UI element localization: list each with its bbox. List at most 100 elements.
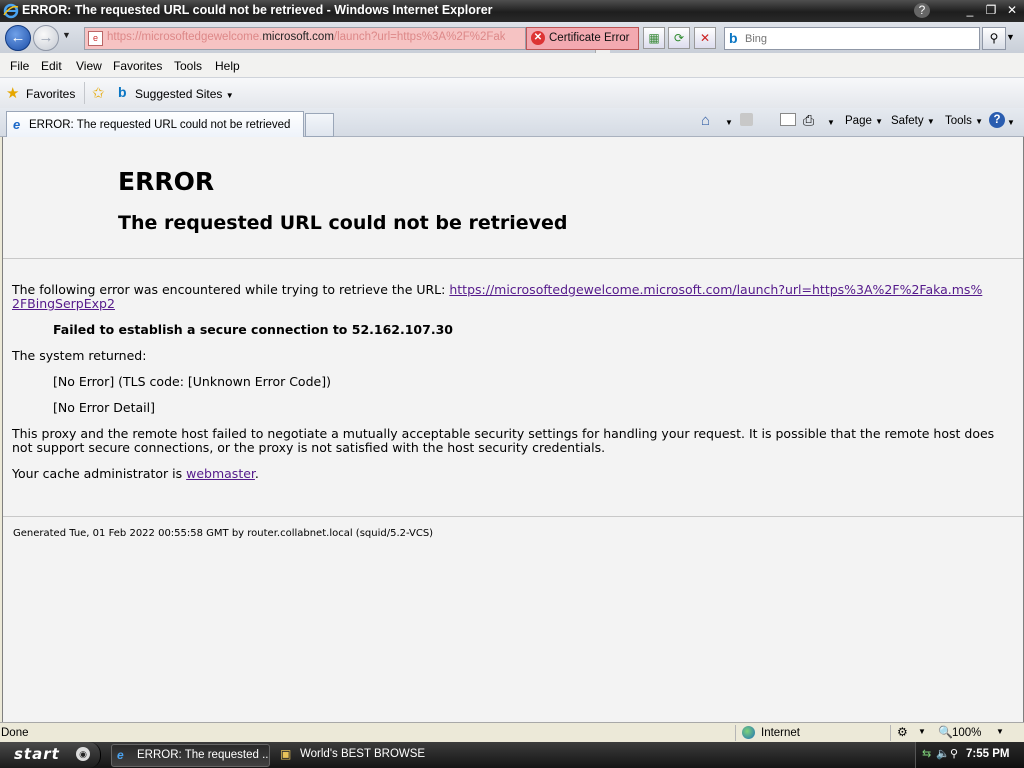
error-code: [No Error] (TLS code: [Unknown Error Cod… [53,374,331,389]
zoom-icon[interactable]: 🔍 [938,725,953,739]
shield-error-icon: ✕ [531,31,545,45]
cache-admin-text: Your cache administrator is [12,466,187,481]
url-domain: microsoft.com [262,31,334,43]
back-button[interactable]: ← [5,25,31,51]
divider [84,82,85,104]
start-orb-icon: ◉ [76,747,90,761]
tools-menu-label: Tools [945,115,972,127]
ie-logo-icon [3,3,19,19]
address-toolbar: ← → ▼ e https://microsoftedgewelcome.mic… [0,22,1024,54]
chevron-down-icon: ▼ [225,91,234,100]
failed-connection-message: Failed to establish a secure connection … [53,322,453,337]
page-menu-label: Page [845,115,872,127]
search-options-dropdown-icon[interactable]: ▼ [1006,32,1015,42]
home-icon[interactable]: ⌂ [701,112,710,129]
search-icon[interactable]: ⚲ [982,27,1006,50]
tab-active[interactable]: e ERROR: The requested URL could not be … [6,111,304,137]
taskbar-item-ie-error[interactable]: e ERROR: The requested ... [111,744,270,767]
webmaster-link[interactable]: webmaster [186,466,255,481]
tab-row: e ERROR: The requested URL could not be … [0,108,1024,137]
system-returned-label: The system returned: [12,348,147,363]
forward-arrow-icon: → [38,29,54,46]
home-dropdown-icon[interactable]: ▼ [725,118,733,127]
status-bar: Done Internet ⚙ ▼ 🔍 100% ▼ [0,722,1024,743]
help-icon[interactable]: ? [989,112,1005,128]
tray-search-icon[interactable]: ⚲ [950,747,958,760]
bing-icon: b [729,30,738,46]
explanation-paragraph: This proxy and the remote host failed to… [12,427,994,455]
favorites-star-icon[interactable]: ★ [6,84,19,102]
divider [735,725,736,741]
print-icon[interactable]: ⎙ [803,112,814,129]
stop-icon[interactable]: ✕ [694,27,716,49]
cache-admin-paragraph: Your cache administrator is webmaster. [12,467,259,481]
read-mail-icon[interactable] [780,113,796,126]
minimize-button[interactable]: _ [962,3,978,18]
search-input[interactable] [743,30,977,47]
window-icon: ▣ [280,747,292,761]
taskbar: start ◉ e ERROR: The requested ... ▣ Wor… [0,742,1024,768]
recent-pages-dropdown-icon[interactable]: ▼ [62,30,71,40]
safety-menu[interactable]: Safety ▼ [891,115,935,127]
favorites-button[interactable]: Favorites [26,87,75,101]
menu-help[interactable]: Help [215,59,240,73]
back-arrow-icon: ← [10,29,26,46]
tools-menu[interactable]: Tools ▼ [945,115,983,127]
print-dropdown-icon[interactable]: ▼ [827,118,835,127]
certificate-error-label: Certificate Error [549,32,630,44]
menu-tools[interactable]: Tools [174,59,202,73]
menu-edit[interactable]: Edit [41,59,62,73]
refresh-icon[interactable]: ⟳ [668,27,690,49]
start-label: start [14,745,60,763]
menu-view[interactable]: View [76,59,102,73]
url-text[interactable]: https://microsoftedgewelcome.microsoft.c… [107,31,505,43]
period: . [254,466,259,481]
tab-title: ERROR: The requested URL could not be re… [29,119,291,131]
volume-icon[interactable]: 🔈 [936,747,950,760]
compatibility-view-icon[interactable]: ▦ [643,27,665,49]
add-to-favorites-icon[interactable]: ✩ [92,84,105,102]
start-button[interactable]: start ◉ [0,742,101,768]
intro-text: The following error was encountered whil… [12,282,450,297]
intro-paragraph: The following error was encountered whil… [12,283,982,311]
page-menu[interactable]: Page ▼ [845,115,883,127]
address-bar[interactable]: e https://microsoftedgewelcome.microsoft… [84,27,610,54]
zoom-level[interactable]: 100% [952,727,981,739]
protected-mode-icon[interactable]: ⚙ [897,725,908,739]
system-tray: ⇆ 🔈 ⚲ 7:55 PM [915,742,1024,768]
window-title: ERROR: The requested URL could not be re… [22,3,493,17]
help-icon[interactable]: ? [914,3,930,18]
divider [3,258,1023,259]
zoom-dropdown-icon[interactable]: ▼ [996,727,1004,736]
network-icon[interactable]: ⇆ [922,747,931,760]
requested-url-link[interactable]: https://microsoftedgewelcome.microsoft.c… [449,282,982,297]
help-dropdown-icon[interactable]: ▼ [1007,118,1015,127]
new-tab-button[interactable] [305,113,334,137]
certificate-error-button[interactable]: ✕ Certificate Error [526,27,639,50]
security-zone[interactable]: Internet [761,727,800,739]
forward-button[interactable]: → [33,25,59,51]
protected-mode-dropdown-icon[interactable]: ▼ [918,727,926,736]
chevron-down-icon: ▼ [975,117,983,126]
requested-url-link-continued[interactable]: 2FBingSerpExp2 [12,296,115,311]
menu-file[interactable]: File [10,59,29,73]
search-box[interactable]: b [724,27,980,50]
close-button[interactable]: ✕ [1004,3,1020,18]
feeds-icon[interactable] [740,113,753,126]
title-bar: ERROR: The requested URL could not be re… [0,0,1024,22]
clock[interactable]: 7:55 PM [966,748,1009,760]
ie-icon: e [117,748,124,762]
taskbar-item-world-best-browser[interactable]: ▣ World's BEST BROWSER [275,744,425,765]
suggested-sites-button[interactable]: Suggested Sites ▼ [135,87,234,101]
status-text: Done [1,727,29,739]
url-suffix: /launch?url=https%3A%2F%2Faka.n [333,31,505,43]
page-icon: e [88,31,103,46]
menu-favorites[interactable]: Favorites [113,59,162,73]
explanation-line-1: This proxy and the remote host failed to… [12,426,995,441]
taskbar-item-label: World's BEST BROWSER [300,748,425,760]
explanation-line-2: not support secure connections, or the p… [12,440,606,455]
bing-icon: b [118,84,127,100]
chevron-down-icon: ▼ [875,117,883,126]
restore-button[interactable]: ❐ [983,3,999,18]
menu-bar: File Edit View Favorites Tools Help [0,53,1024,78]
